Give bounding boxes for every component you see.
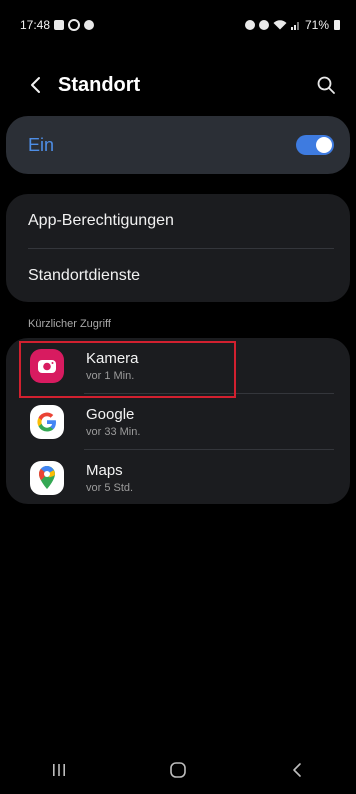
recent-access-card: Kamera vor 1 Min. Google vor 33 Min. Map… bbox=[6, 338, 350, 504]
app-bar: Standort bbox=[0, 62, 356, 108]
app-permissions-item[interactable]: App-Berechtigungen bbox=[6, 194, 350, 248]
back-button[interactable] bbox=[22, 71, 50, 99]
wifi-icon bbox=[273, 20, 287, 30]
maps-text: Maps vor 5 Std. bbox=[86, 462, 133, 494]
recents-icon bbox=[53, 764, 66, 776]
google-text: Google vor 33 Min. bbox=[86, 406, 140, 438]
back-chevron-icon bbox=[292, 763, 301, 777]
location-services-label: Standortdienste bbox=[28, 267, 141, 284]
status-left: 17:48 bbox=[20, 18, 95, 32]
recent-apps-button[interactable] bbox=[37, 754, 81, 786]
maps-icon bbox=[30, 460, 64, 495]
back-arrow-icon bbox=[31, 77, 40, 93]
app-access-time: vor 1 Min. bbox=[86, 369, 135, 382]
signal-icon bbox=[290, 22, 299, 30]
app-permissions-label: App-Berechtigungen bbox=[28, 212, 174, 229]
status-bar: 17:48 71% bbox=[0, 0, 356, 50]
app-name: Google bbox=[86, 405, 135, 423]
kamera-text: Kamera vor 1 Min. bbox=[86, 350, 139, 382]
app-notification-icon bbox=[84, 20, 95, 30]
gallery-notification-icon bbox=[54, 20, 65, 30]
status-right: 71% bbox=[244, 18, 340, 32]
app-access-time: vor 5 Std. bbox=[86, 481, 134, 494]
recent-app-google[interactable]: Google vor 33 Min. bbox=[6, 394, 350, 449]
google-icon bbox=[30, 404, 64, 439]
recent-app-maps[interactable]: Maps vor 5 Std. bbox=[6, 450, 350, 504]
page-title: Standort bbox=[58, 73, 141, 96]
recent-access-heading: Kürzlicher Zugriff bbox=[28, 318, 111, 330]
location-master-switch[interactable]: Ein bbox=[6, 116, 350, 174]
camera-icon bbox=[30, 348, 64, 383]
back-nav-button[interactable] bbox=[275, 754, 319, 786]
master-switch-label: Ein bbox=[28, 134, 55, 155]
search-icon bbox=[317, 76, 335, 94]
recent-app-kamera[interactable]: Kamera vor 1 Min. bbox=[6, 338, 350, 393]
app-name: Kamera bbox=[86, 349, 139, 367]
home-icon bbox=[170, 762, 186, 778]
battery-icon bbox=[334, 20, 340, 30]
status-time: 17:48 bbox=[20, 18, 51, 32]
mute-icon bbox=[258, 20, 269, 30]
search-button[interactable] bbox=[312, 71, 340, 99]
app-access-time: vor 33 Min. bbox=[86, 425, 141, 438]
location-toggle[interactable] bbox=[296, 135, 334, 155]
settings-card: App-Berechtigungen Standortdienste bbox=[6, 194, 350, 302]
alarm-icon bbox=[244, 20, 255, 30]
app-name: Maps bbox=[86, 461, 123, 479]
navigation-bar bbox=[0, 746, 356, 794]
toggle-knob bbox=[316, 137, 332, 153]
sync-notification-icon bbox=[68, 19, 81, 31]
location-services-item[interactable]: Standortdienste bbox=[6, 249, 350, 302]
home-button[interactable] bbox=[156, 754, 200, 786]
battery-percent: 71% bbox=[304, 18, 329, 32]
